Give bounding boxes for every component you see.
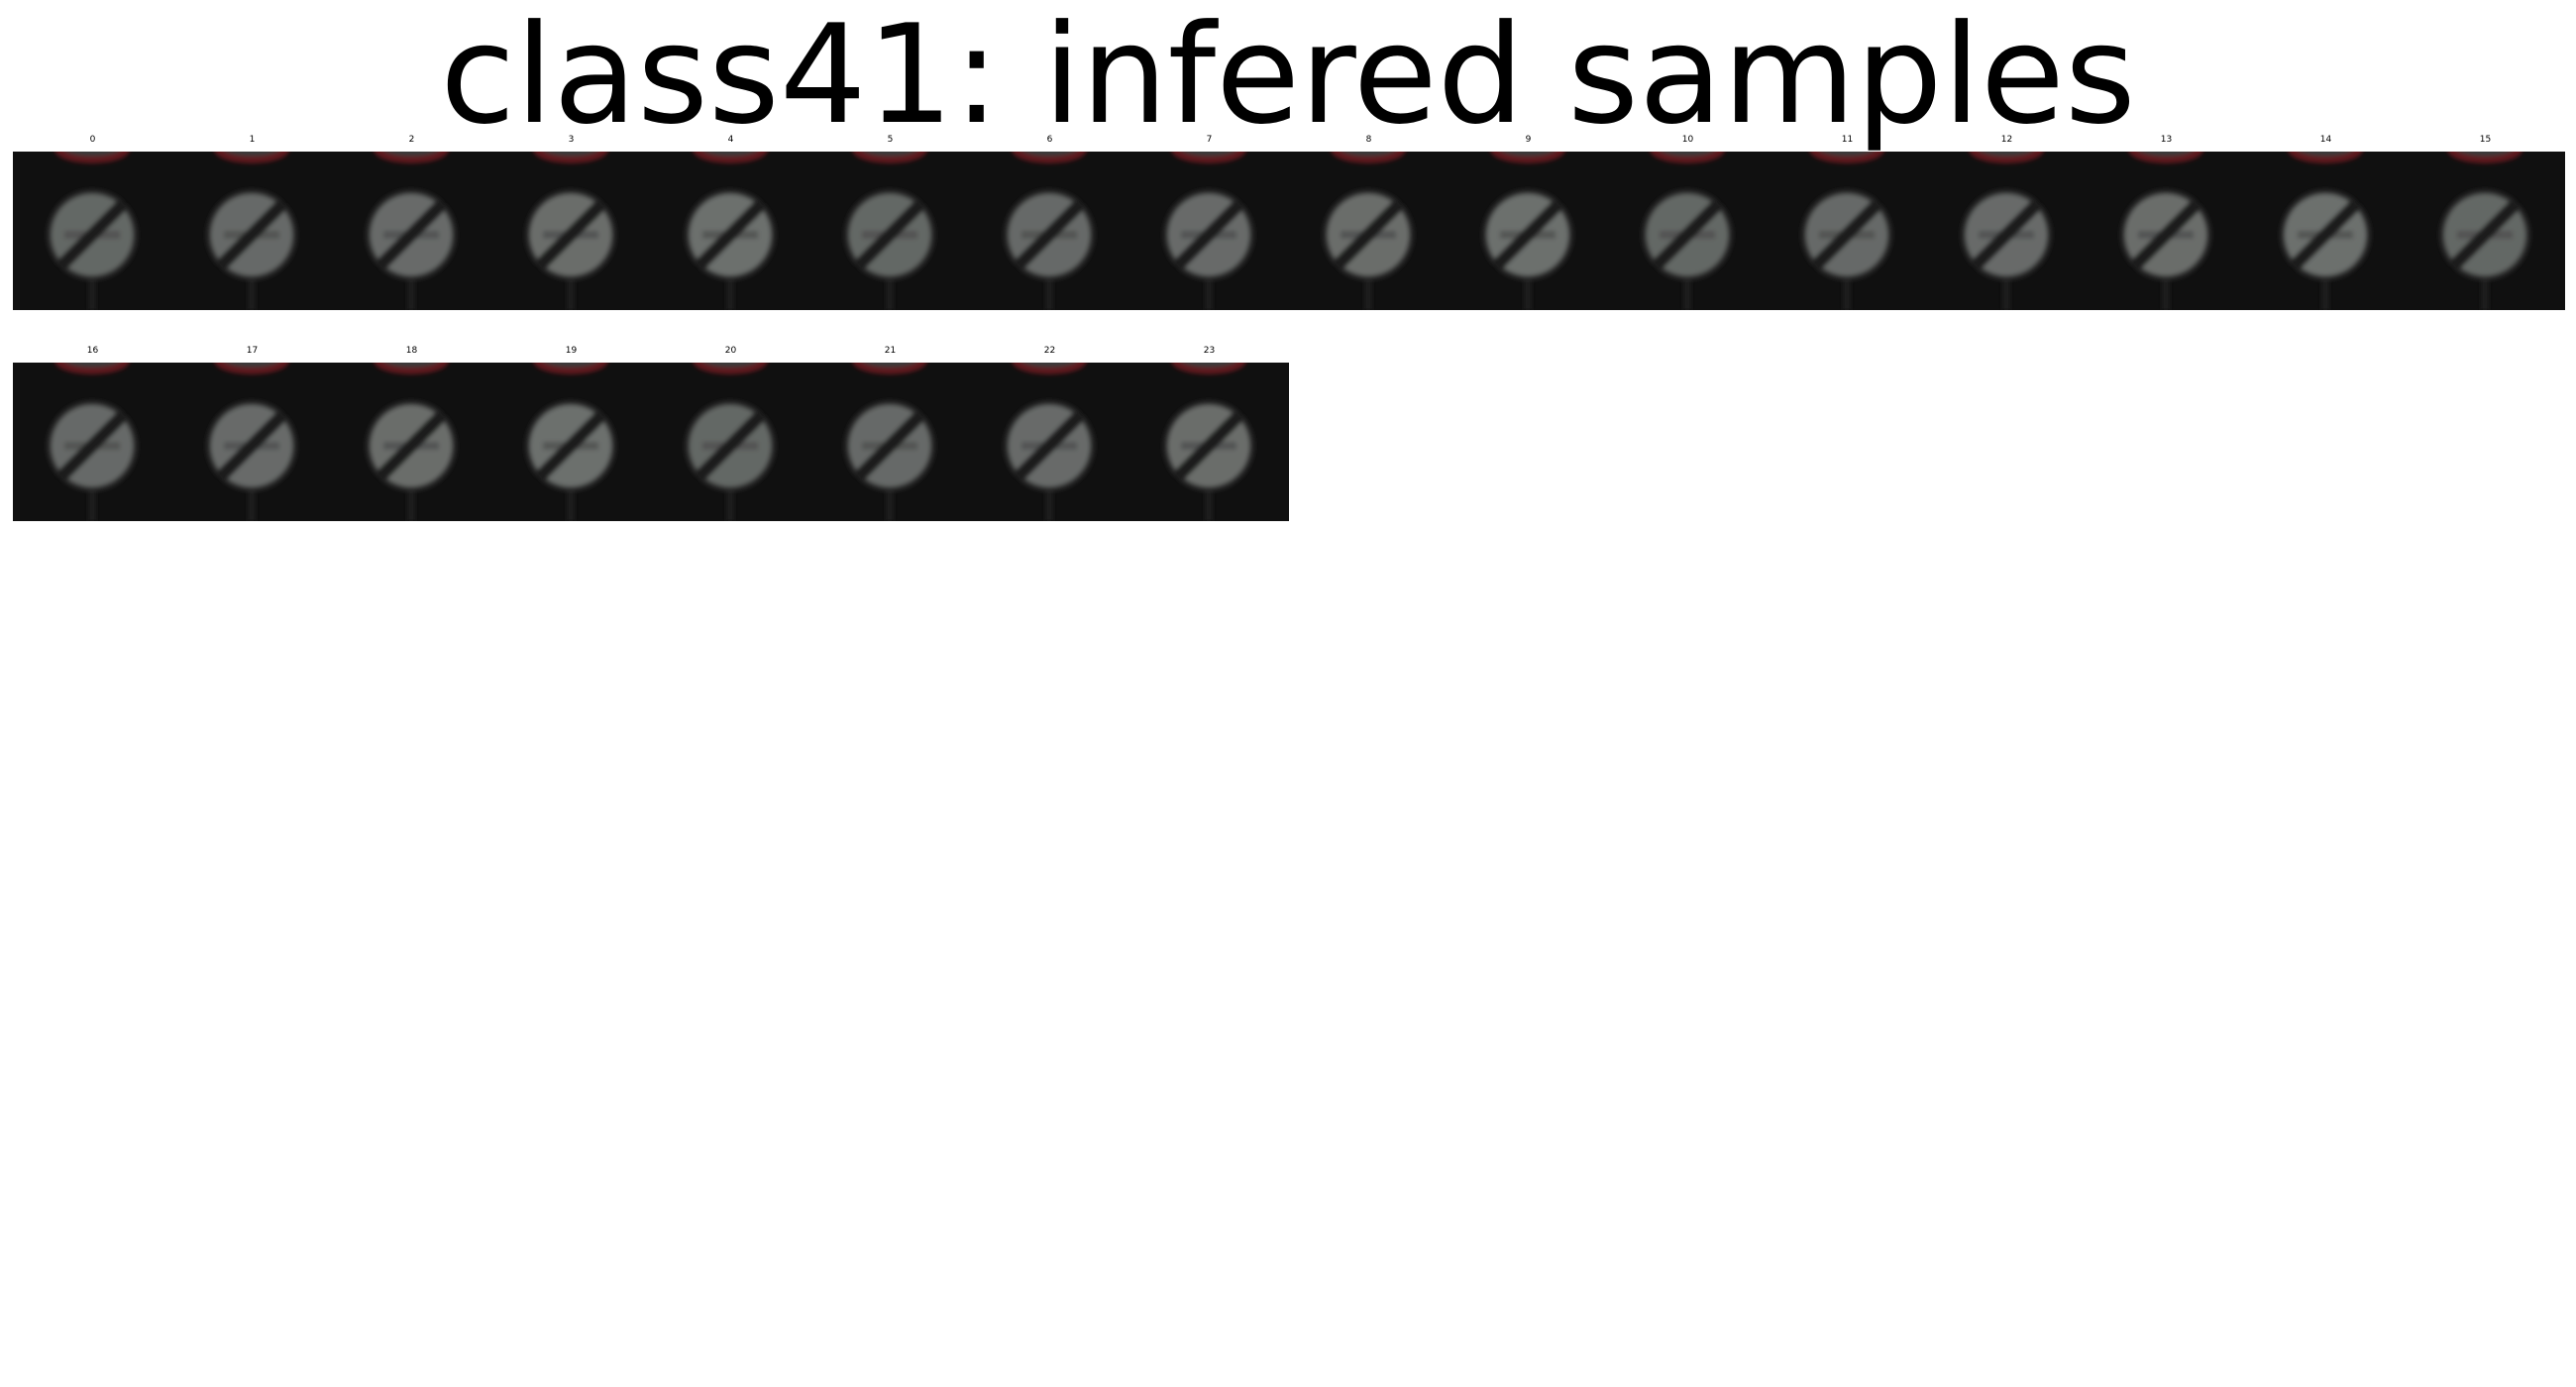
sample-image xyxy=(332,152,491,310)
end-of-no-overtaking-sign-icon xyxy=(970,152,1129,310)
sample-index-label: 5 xyxy=(887,135,894,145)
sample-index-label: 21 xyxy=(884,346,897,356)
end-of-no-overtaking-sign-icon xyxy=(651,152,810,310)
end-of-no-overtaking-sign-icon xyxy=(1768,152,1927,310)
sample-index-label: 2 xyxy=(408,135,415,145)
sample-cell: 11 xyxy=(1768,131,1927,319)
sample-index-label: 18 xyxy=(405,346,418,356)
sample-image xyxy=(13,152,172,310)
sample-cell: 15 xyxy=(2406,131,2565,319)
end-of-no-overtaking-sign-icon xyxy=(1129,363,1289,521)
sample-index-label: 6 xyxy=(1046,135,1053,145)
sample-index-label: 14 xyxy=(2319,135,2332,145)
sample-image xyxy=(1608,152,1768,310)
sample-image xyxy=(172,152,332,310)
end-of-no-overtaking-sign-icon xyxy=(491,363,651,521)
sample-image xyxy=(491,152,651,310)
end-of-no-overtaking-sign-icon xyxy=(172,152,332,310)
sample-image xyxy=(810,363,970,521)
sample-cell: 7 xyxy=(1129,131,1289,319)
sample-image xyxy=(491,363,651,521)
end-of-no-overtaking-sign-icon xyxy=(970,363,1129,521)
sample-cell: 6 xyxy=(970,131,1129,319)
sample-index-label: 7 xyxy=(1206,135,1213,145)
sample-cell: 16 xyxy=(13,342,172,530)
sample-index-label: 8 xyxy=(1365,135,1372,145)
sample-index-label: 10 xyxy=(1681,135,1694,145)
end-of-no-overtaking-sign-icon xyxy=(332,152,491,310)
sample-cell: 8 xyxy=(1289,131,1449,319)
sample-image xyxy=(970,363,1129,521)
sample-index-label: 0 xyxy=(89,135,96,145)
end-of-no-overtaking-sign-icon xyxy=(491,152,651,310)
sample-index-label: 3 xyxy=(568,135,575,145)
sample-cell: 3 xyxy=(491,131,651,319)
sample-image xyxy=(970,152,1129,310)
end-of-no-overtaking-sign-icon xyxy=(332,363,491,521)
sample-index-label: 19 xyxy=(565,346,578,356)
sample-grid-row-1: 0 1 2 3 4 5 6 7 8 9 10 11 12 13 14 15 xyxy=(13,131,2565,319)
sample-index-label: 23 xyxy=(1203,346,1216,356)
sample-cell: 2 xyxy=(332,131,491,319)
sample-grid-row-2: 16 17 18 19 20 21 22 23 xyxy=(13,342,1289,530)
sample-image xyxy=(1449,152,1608,310)
sample-image xyxy=(1289,152,1449,310)
sample-image xyxy=(172,363,332,521)
sample-index-label: 11 xyxy=(1841,135,1854,145)
sample-cell: 10 xyxy=(1608,131,1768,319)
sample-cell: 19 xyxy=(491,342,651,530)
sample-index-label: 15 xyxy=(2479,135,2492,145)
sample-index-label: 4 xyxy=(727,135,734,145)
sample-index-label: 20 xyxy=(724,346,737,356)
sample-index-label: 12 xyxy=(2000,135,2013,145)
end-of-no-overtaking-sign-icon xyxy=(1289,152,1449,310)
sample-index-label: 9 xyxy=(1525,135,1532,145)
end-of-no-overtaking-sign-icon xyxy=(1927,152,2087,310)
end-of-no-overtaking-sign-icon xyxy=(2087,152,2246,310)
sample-cell: 14 xyxy=(2246,131,2406,319)
sample-cell: 23 xyxy=(1129,342,1289,530)
sample-index-label: 22 xyxy=(1043,346,1056,356)
sample-image xyxy=(2246,152,2406,310)
sample-image xyxy=(332,363,491,521)
sample-index-label: 13 xyxy=(2160,135,2173,145)
sample-image xyxy=(13,363,172,521)
end-of-no-overtaking-sign-icon xyxy=(810,152,970,310)
sample-image xyxy=(810,152,970,310)
sample-cell: 18 xyxy=(332,342,491,530)
end-of-no-overtaking-sign-icon xyxy=(172,363,332,521)
sample-index-label: 1 xyxy=(249,135,256,145)
end-of-no-overtaking-sign-icon xyxy=(2406,152,2565,310)
end-of-no-overtaking-sign-icon xyxy=(1449,152,1608,310)
sample-cell: 13 xyxy=(2087,131,2246,319)
end-of-no-overtaking-sign-icon xyxy=(810,363,970,521)
sample-cell: 9 xyxy=(1449,131,1608,319)
sample-image xyxy=(1927,152,2087,310)
sample-cell: 17 xyxy=(172,342,332,530)
sample-index-label: 16 xyxy=(86,346,99,356)
sample-image xyxy=(651,363,810,521)
sample-cell: 5 xyxy=(810,131,970,319)
sample-cell: 22 xyxy=(970,342,1129,530)
sample-cell: 0 xyxy=(13,131,172,319)
sample-cell: 12 xyxy=(1927,131,2087,319)
sample-cell: 21 xyxy=(810,342,970,530)
sample-image xyxy=(2406,152,2565,310)
sample-cell: 1 xyxy=(172,131,332,319)
sample-cell: 20 xyxy=(651,342,810,530)
sample-image xyxy=(2087,152,2246,310)
sample-index-label: 17 xyxy=(246,346,259,356)
sample-image xyxy=(1129,363,1289,521)
figure-title: class41: infered samples xyxy=(440,0,2136,155)
end-of-no-overtaking-sign-icon xyxy=(1129,152,1289,310)
end-of-no-overtaking-sign-icon xyxy=(2246,152,2406,310)
sample-image xyxy=(651,152,810,310)
end-of-no-overtaking-sign-icon xyxy=(13,363,172,521)
sample-cell: 4 xyxy=(651,131,810,319)
end-of-no-overtaking-sign-icon xyxy=(651,363,810,521)
end-of-no-overtaking-sign-icon xyxy=(1608,152,1768,310)
end-of-no-overtaking-sign-icon xyxy=(13,152,172,310)
sample-image xyxy=(1768,152,1927,310)
sample-image xyxy=(1129,152,1289,310)
